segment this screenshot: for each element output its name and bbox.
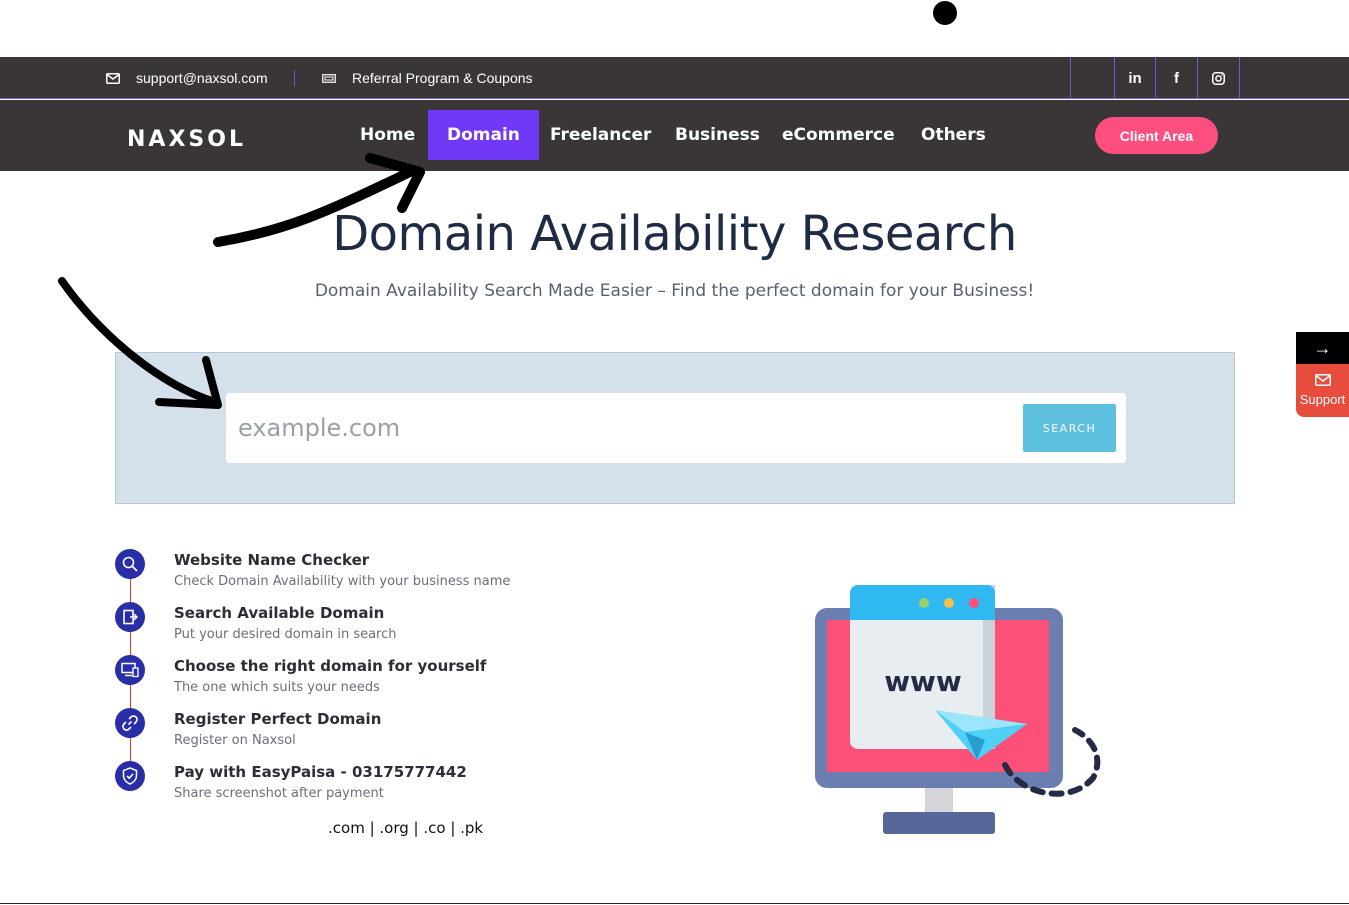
arrow-to-search-box	[58, 277, 219, 406]
arrow-to-domain-nav	[213, 167, 415, 247]
page-bottom-divider	[0, 903, 1349, 904]
annotation-arrows	[58, 153, 425, 409]
